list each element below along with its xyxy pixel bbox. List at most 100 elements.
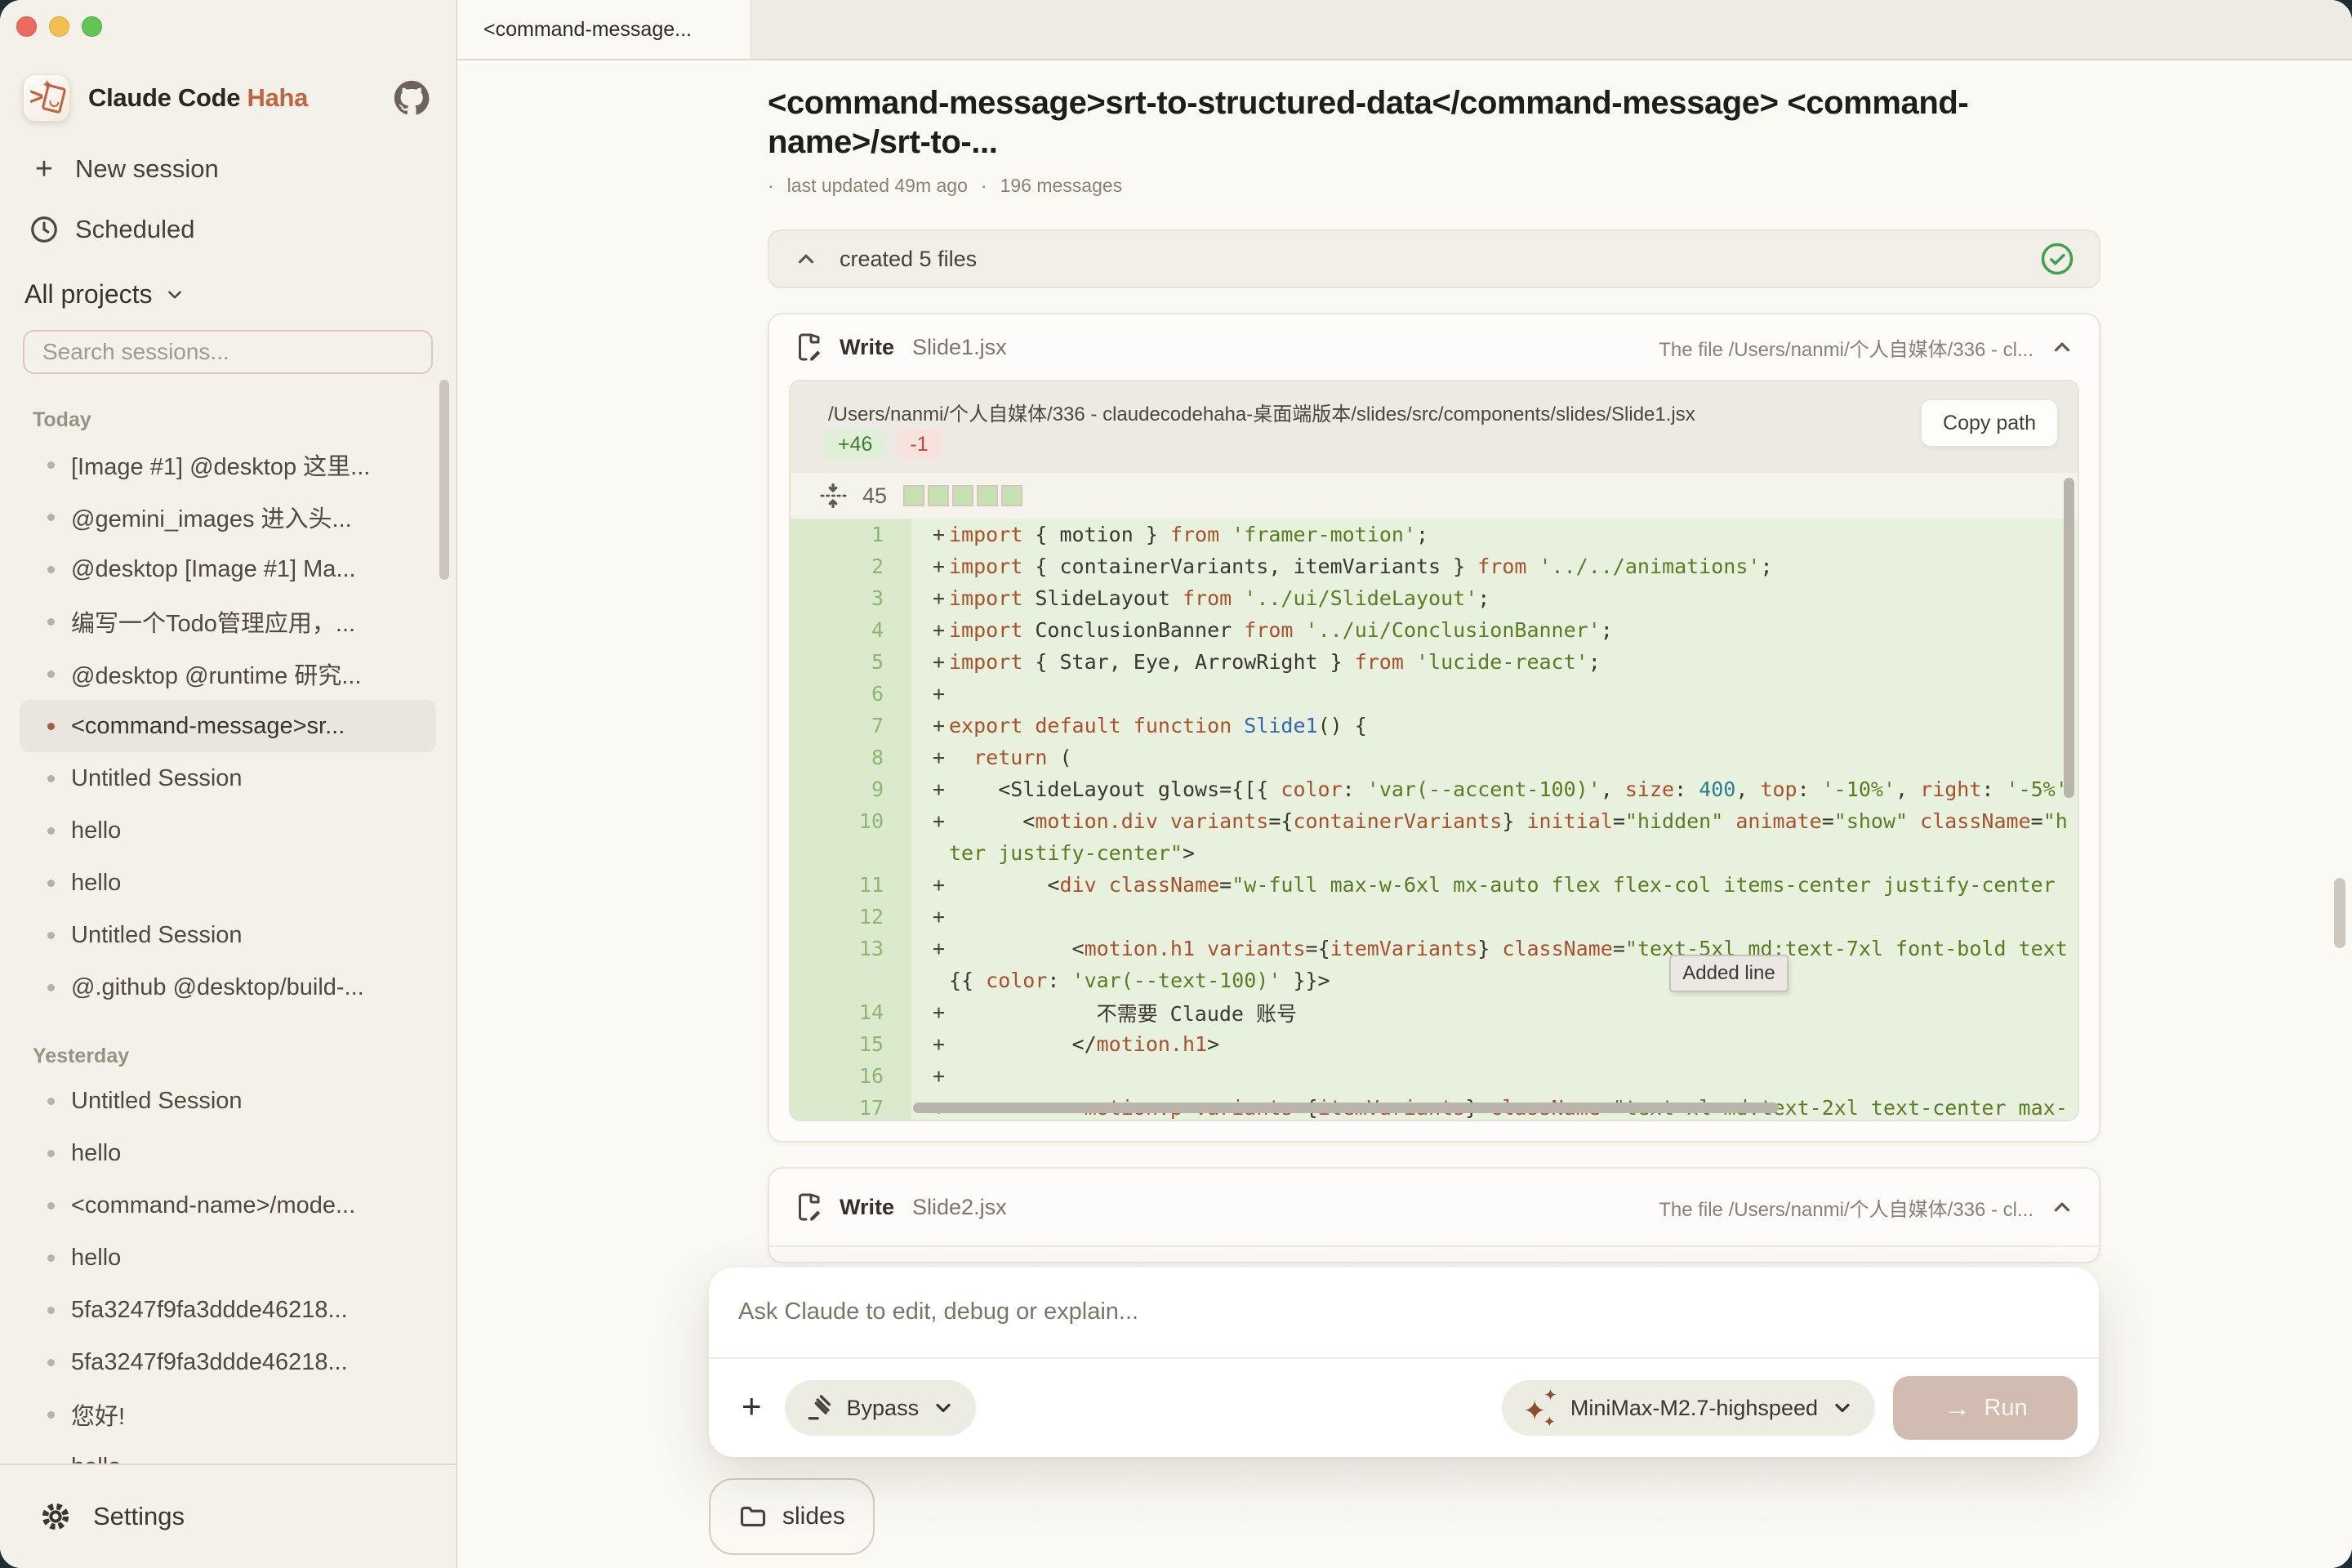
minimize-window-button[interactable]: [49, 16, 69, 37]
file-card-header[interactable]: Write Slide2.jsx The file /Users/nanmi/个…: [769, 1169, 2099, 1247]
session-dot-icon: [47, 1098, 55, 1105]
session-list-item[interactable]: @gemini_images 进入头...: [20, 491, 436, 543]
bypass-permissions-dropdown[interactable]: Bypass: [785, 1380, 977, 1436]
diff-plus-marker: +: [911, 1064, 949, 1088]
app-logo-icon: > ✦: [23, 74, 70, 122]
section-label-today: Today: [33, 408, 456, 432]
session-dot-icon: [47, 670, 55, 678]
line-number: 2: [791, 555, 911, 578]
session-list-item[interactable]: hello: [20, 804, 436, 857]
diff-plus-marker: +: [911, 1032, 949, 1056]
diff-plus-marker: +: [911, 618, 949, 642]
fold-vertical-icon: [818, 481, 848, 510]
session-list-item[interactable]: Untitled Session: [20, 752, 436, 804]
sidebar: > ✦ Claude Code Haha + New session Sched…: [0, 0, 457, 1568]
chevron-down-icon: [1831, 1396, 1854, 1419]
app-title: Claude Code Haha: [88, 83, 308, 113]
session-meta: · last updated 49m ago · 196 messages: [768, 175, 1976, 197]
code-text: return (: [949, 746, 2078, 769]
diff-plus-marker: +: [911, 555, 949, 578]
code-vertical-scrollbar[interactable]: [2064, 478, 2074, 798]
code-line: 10 + <motion.div variants={containerVari…: [791, 805, 2078, 837]
code-text: <motion.h1 variants={itemVariants} class…: [949, 937, 2078, 960]
search-sessions-input[interactable]: [23, 330, 433, 374]
session-dot-icon: [47, 514, 55, 521]
session-list-item[interactable]: hello: [20, 1127, 436, 1179]
copy-path-button[interactable]: Copy path: [1921, 399, 2058, 447]
session-list-item[interactable]: Untitled Session: [20, 1075, 436, 1127]
projects-filter-dropdown[interactable]: All projects: [24, 279, 185, 310]
diff-block-square: [952, 485, 973, 506]
line-number: 11: [791, 873, 911, 897]
session-list-item[interactable]: hello: [20, 1232, 436, 1284]
session-list-item[interactable]: @desktop @runtime 研究...: [20, 648, 436, 700]
code-text: export default function Slide1() {: [949, 714, 2078, 737]
diff-plus-marker: +: [911, 905, 949, 929]
code-line: 1 + import { motion } from 'framer-motio…: [791, 519, 2078, 550]
code-text: import ConclusionBanner from '../ui/Conc…: [949, 618, 2078, 642]
session-list-item[interactable]: <command-name>/mode...: [20, 1179, 436, 1232]
file-write-card-slide1: Write Slide1.jsx The file /Users/nanmi/个…: [768, 313, 2100, 1143]
chevron-up-icon[interactable]: [2050, 335, 2074, 359]
code-text: import { motion } from 'framer-motion';: [949, 523, 2078, 546]
section-label-yesterday: Yesterday: [33, 1045, 456, 1068]
code-text: import SlideLayout from '../ui/SlideLayo…: [949, 586, 2078, 610]
session-list-item[interactable]: 编写一个Todo管理应用，...: [20, 595, 436, 648]
session-list-item[interactable]: Untitled Session: [20, 909, 436, 961]
code-line: 9 + <SlideLayout glows={[{ color: 'var(-…: [791, 773, 2078, 805]
diff-block-square: [977, 485, 998, 506]
code-text: {{ color: 'var(--text-100)' }}>: [949, 969, 2078, 992]
plus-icon: +: [23, 154, 65, 185]
session-list-item[interactable]: hello: [20, 1441, 436, 1463]
code-line: 12 +: [791, 901, 2078, 933]
code-line: 3 + import SlideLayout from '../ui/Slide…: [791, 582, 2078, 614]
deletions-badge: -1: [897, 429, 941, 460]
model-selector-dropdown[interactable]: ✦✦✦ MiniMax-M2.7-highspeed: [1502, 1380, 1875, 1436]
file-pen-icon: [794, 332, 823, 362]
session-dot-icon: [47, 1307, 55, 1314]
session-list-item[interactable]: @desktop [Image #1] Ma...: [20, 543, 436, 595]
code-text: 不需要 Claude 账号: [949, 998, 2078, 1027]
code-horizontal-scrollbar[interactable]: [913, 1102, 1779, 1113]
gavel-icon: [806, 1394, 834, 1422]
diff-plus-marker: +: [911, 746, 949, 769]
session-list-item[interactable]: [Image #1] @desktop 这里...: [20, 439, 436, 491]
main-scrollbar[interactable]: [2334, 878, 2345, 948]
session-dot-icon: [47, 1359, 55, 1366]
main-area: <command-message... <command-message>srt…: [457, 0, 2352, 1568]
run-button[interactable]: → Run: [1893, 1376, 2078, 1440]
attachment-chip-slides[interactable]: slides: [709, 1478, 875, 1555]
new-session-button[interactable]: + New session: [23, 149, 433, 189]
session-list-item[interactable]: @.github @desktop/build-...: [20, 961, 436, 1013]
session-list-item[interactable]: hello: [20, 857, 436, 909]
session-list-item[interactable]: <command-message>sr...: [20, 700, 436, 752]
created-files-banner[interactable]: created 5 files: [768, 229, 2100, 288]
github-icon[interactable]: [394, 80, 430, 116]
line-number: 13: [791, 937, 911, 960]
code-line: ter justify-center">: [791, 837, 2078, 869]
session-content: <command-message>srt-to-structured-data<…: [457, 62, 2352, 1568]
tab-command-message[interactable]: <command-message...: [457, 0, 750, 59]
chevron-up-icon: [794, 247, 818, 271]
diff-blocks: [903, 485, 1022, 506]
zoom-window-button[interactable]: [82, 16, 102, 37]
code-line: 14 + 不需要 Claude 账号: [791, 996, 2078, 1028]
line-number: 1: [791, 523, 911, 546]
session-list-item[interactable]: 您好!: [20, 1388, 436, 1441]
close-window-button[interactable]: [16, 16, 37, 37]
session-list-item[interactable]: 5fa3247f9fa3ddde46218...: [20, 1336, 436, 1388]
file-path: /Users/nanmi/个人自媒体/336 - claudecodehaha-…: [828, 398, 1695, 426]
session-list-item[interactable]: 5fa3247f9fa3ddde46218...: [20, 1284, 436, 1336]
collapsed-lines-row[interactable]: 45: [791, 473, 2078, 519]
file-card-header[interactable]: Write Slide1.jsx The file /Users/nanmi/个…: [769, 314, 2099, 380]
prompt-input[interactable]: [709, 1267, 2099, 1356]
settings-button[interactable]: Settings: [0, 1463, 456, 1568]
sidebar-scrollbar[interactable]: [439, 380, 449, 580]
chevron-up-icon[interactable]: [2050, 1195, 2074, 1219]
collapsed-count: 45: [862, 483, 887, 509]
line-number: 15: [791, 1032, 911, 1056]
add-attachment-button[interactable]: +: [742, 1389, 762, 1423]
scheduled-button[interactable]: Scheduled: [23, 209, 433, 250]
code-line: 2 + import { containerVariants, itemVari…: [791, 550, 2078, 582]
session-dot-icon: [47, 723, 55, 730]
